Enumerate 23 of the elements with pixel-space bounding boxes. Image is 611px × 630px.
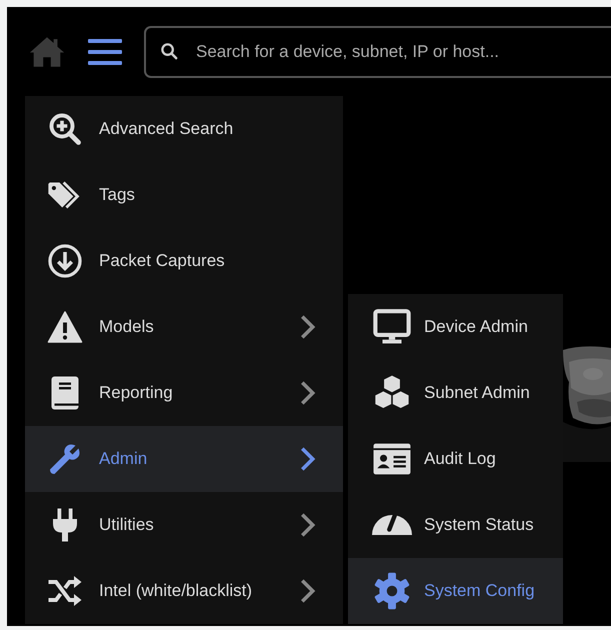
menu-item[interactable]: Device Admin: [348, 294, 563, 360]
menu-item[interactable]: Subnet Admin: [348, 360, 563, 426]
menu-item[interactable]: Reporting: [25, 360, 343, 426]
menu-item[interactable]: Tags: [25, 162, 343, 228]
monitor-icon: [372, 308, 412, 346]
gauge-icon: [372, 515, 412, 535]
menu-item[interactable]: System Config: [348, 558, 563, 624]
settings-icon: [372, 572, 412, 610]
menu-item[interactable]: Utilities: [25, 492, 343, 558]
search-icon: [160, 42, 179, 60]
menu-icon[interactable]: [88, 38, 122, 66]
shuffle-icon: [47, 573, 83, 609]
warning-icon: [47, 309, 83, 345]
menu-item[interactable]: Audit Log: [348, 426, 563, 492]
menu-item[interactable]: Models: [25, 294, 343, 360]
menu-item[interactable]: Advanced Search: [25, 96, 343, 162]
download-icon: [47, 243, 83, 279]
search-field[interactable]: Search for a device, subnet, IP or host...: [144, 26, 611, 78]
menu-item[interactable]: Intel (white/blacklist): [25, 558, 343, 624]
menu-item[interactable]: Packet Captures: [25, 228, 343, 294]
zoom-in-icon: [47, 111, 83, 147]
menu-item[interactable]: Admin: [25, 426, 343, 492]
menu-item[interactable]: System Status: [348, 492, 563, 558]
